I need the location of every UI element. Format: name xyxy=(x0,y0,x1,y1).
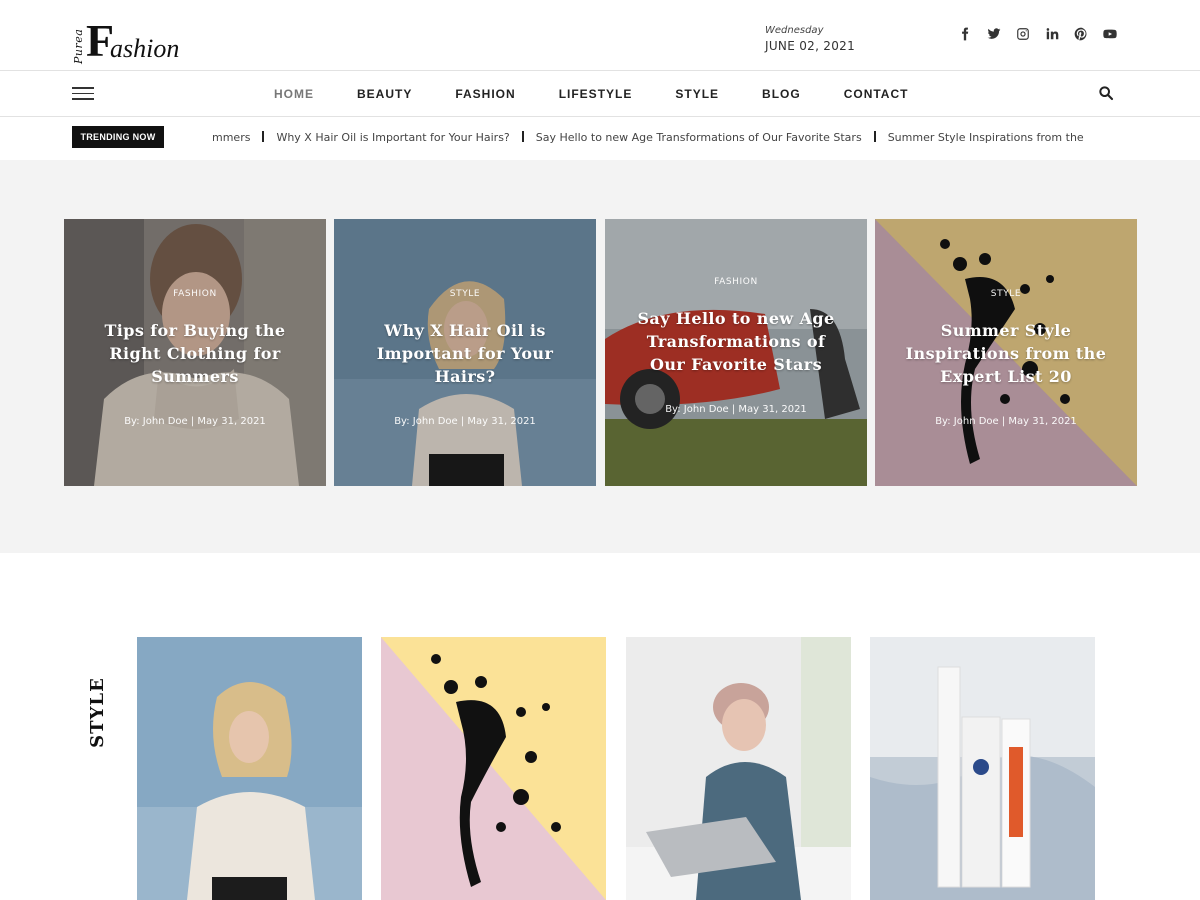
post-thumbnail[interactable] xyxy=(137,637,362,900)
featured-card[interactable]: FASHION Say Hello to new Age Transformat… xyxy=(605,219,867,486)
trending-badge: TRENDING NOW xyxy=(72,126,164,148)
trending-item[interactable]: mmers xyxy=(212,131,250,144)
twitter-icon[interactable] xyxy=(984,24,1003,43)
post-meta: By: John Doe | May 31, 2021 xyxy=(935,416,1077,427)
trending-item[interactable]: Say Hello to new Age Transformations of … xyxy=(536,131,862,144)
header-date: Wednesday JUNE 02, 2021 xyxy=(765,25,855,53)
section-title-text: STYLE xyxy=(86,677,108,748)
post-title[interactable]: Why X Hair Oil is Important for Your Hai… xyxy=(356,319,574,388)
post-image xyxy=(626,637,851,900)
featured-card[interactable]: STYLE Summer Style Inspirations from the… xyxy=(875,219,1137,486)
post-category[interactable]: FASHION xyxy=(64,289,326,299)
post-meta: By: John Doe | May 31, 2021 xyxy=(394,416,536,427)
post-category[interactable]: FASHION xyxy=(605,277,867,287)
post-title[interactable]: Tips for Buying the Right Clothing for S… xyxy=(86,319,304,388)
nav-item-style[interactable]: STYLE xyxy=(675,87,719,101)
trending-ticker: mmers Why X Hair Oil is Important for You… xyxy=(212,131,1117,147)
instagram-icon[interactable] xyxy=(1013,24,1032,43)
logo-small-text: Purea xyxy=(72,28,85,64)
trending-item[interactable]: Summer Style Inspirations from the xyxy=(888,131,1084,144)
date-weekday: Wednesday xyxy=(765,25,824,36)
nav-item-contact[interactable]: CONTACT xyxy=(844,87,909,101)
featured-card[interactable]: STYLE Why X Hair Oil is Important for Yo… xyxy=(334,219,596,486)
post-meta: By: John Doe | May 31, 2021 xyxy=(124,416,266,427)
post-title[interactable]: Summer Style Inspirations from the Exper… xyxy=(897,319,1115,388)
post-thumbnail[interactable] xyxy=(870,637,1095,900)
nav-item-home[interactable]: HOME xyxy=(274,87,314,101)
featured-card[interactable]: FASHION Tips for Buying the Right Clothi… xyxy=(64,219,326,486)
search-icon[interactable] xyxy=(1098,85,1114,101)
site-header: Purea F ashion Wednesday JUNE 02, 2021 xyxy=(0,0,1200,70)
post-category[interactable]: STYLE xyxy=(334,289,596,299)
nav-item-beauty[interactable]: BEAUTY xyxy=(357,87,412,101)
primary-menu: HOME BEAUTY FASHION LIFESTYLE STYLE BLOG… xyxy=(274,87,951,101)
post-title[interactable]: Say Hello to new Age Transformations of … xyxy=(627,307,845,376)
post-image xyxy=(870,637,1095,900)
social-links xyxy=(955,24,1119,43)
nav-item-blog[interactable]: BLOG xyxy=(762,87,801,101)
linkedin-icon[interactable] xyxy=(1042,24,1061,43)
youtube-icon[interactable] xyxy=(1100,24,1119,43)
nav-item-fashion[interactable]: FASHION xyxy=(455,87,515,101)
logo-wordmark: ashion xyxy=(110,34,180,63)
trending-item[interactable]: Why X Hair Oil is Important for Your Hai… xyxy=(276,131,509,144)
post-category[interactable]: STYLE xyxy=(875,289,1137,299)
section-title: STYLE xyxy=(86,676,110,748)
trending-bar: TRENDING NOW mmers Why X Hair Oil is Impo… xyxy=(0,117,1200,160)
main-nav: HOME BEAUTY FASHION LIFESTYLE STYLE BLOG… xyxy=(0,70,1200,117)
post-image xyxy=(137,637,362,900)
nav-item-lifestyle[interactable]: LIFESTYLE xyxy=(559,87,633,101)
hamburger-menu-icon[interactable] xyxy=(72,87,94,101)
post-image xyxy=(381,637,606,900)
date-full: JUNE 02, 2021 xyxy=(765,39,856,53)
site-logo[interactable]: Purea F ashion xyxy=(72,18,184,66)
facebook-icon[interactable] xyxy=(955,24,974,43)
post-thumbnail[interactable] xyxy=(626,637,851,900)
pinterest-icon[interactable] xyxy=(1071,24,1090,43)
post-meta: By: John Doe | May 31, 2021 xyxy=(665,404,807,415)
post-thumbnail[interactable] xyxy=(381,637,606,900)
featured-posts: FASHION Tips for Buying the Right Clothi… xyxy=(0,160,1200,553)
